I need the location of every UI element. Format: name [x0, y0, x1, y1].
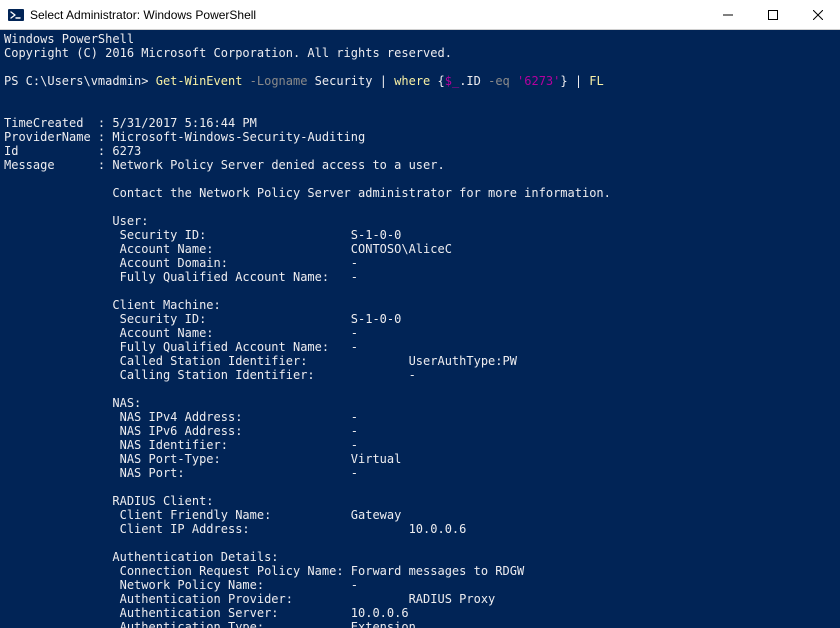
titlebar: Select Administrator: Windows PowerShell	[0, 0, 840, 30]
field-providername-label: ProviderName :	[4, 130, 112, 144]
prompt-fl: FL	[582, 74, 604, 88]
field-message-label: Message :	[4, 158, 112, 172]
field-message-value: Network Policy Server denied access to a…	[112, 158, 444, 172]
maximize-button[interactable]	[750, 0, 795, 29]
prompt-brace-close: }	[560, 74, 567, 88]
field-timecreated-label: TimeCreated :	[4, 116, 112, 130]
prompt-where: where	[387, 74, 438, 88]
prompt-dotid: .ID	[459, 74, 488, 88]
field-timecreated-value: 5/31/2017 5:16:44 PM	[112, 116, 257, 130]
banner-line1: Windows PowerShell	[4, 32, 134, 46]
prompt-lit: '6273'	[517, 74, 560, 88]
powershell-icon	[8, 7, 24, 23]
prompt-pipe2: |	[568, 74, 582, 88]
field-providername-value: Microsoft-Windows-Security-Auditing	[112, 130, 365, 144]
prompt-brace-open: {	[438, 74, 445, 88]
banner-line2: Copyright (C) 2016 Microsoft Corporation…	[4, 46, 452, 60]
prompt-var: $_	[445, 74, 459, 88]
minimize-button[interactable]	[705, 0, 750, 29]
field-id-value: 6273	[112, 144, 141, 158]
prompt-op: -eq	[488, 74, 510, 88]
terminal-surface[interactable]: Windows PowerShell Copyright (C) 2016 Mi…	[0, 30, 840, 628]
field-id-label: Id :	[4, 144, 112, 158]
prompt-pipe: |	[380, 74, 387, 88]
prompt-param: -Logname	[242, 74, 307, 88]
message-body: Contact the Network Policy Server admini…	[4, 186, 840, 628]
prompt-ps: PS C:\Users\vmadmin>	[4, 74, 156, 88]
close-button[interactable]	[795, 0, 840, 29]
window-title: Select Administrator: Windows PowerShell	[30, 8, 705, 22]
prompt-space	[510, 74, 517, 88]
window-controls	[705, 0, 840, 29]
prompt-cmdlet: Get-WinEvent	[156, 74, 243, 88]
prompt-arg: Security	[307, 74, 379, 88]
